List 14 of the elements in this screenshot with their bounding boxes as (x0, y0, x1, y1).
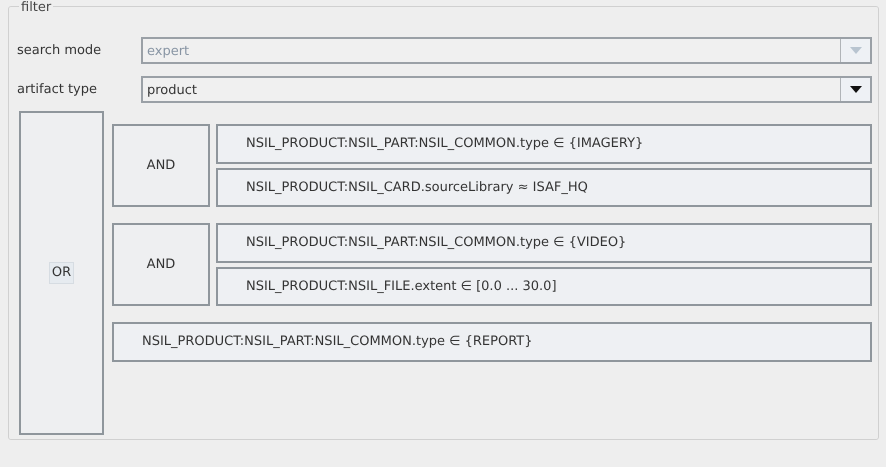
dropdown-field[interactable]: product (141, 76, 872, 103)
and-node[interactable]: AND (112, 223, 210, 306)
condition-node[interactable]: NSIL_PRODUCT:NSIL_PART:NSIL_COMMON.type ∈ {VIDEO} (216, 223, 872, 262)
field-label: search mode (17, 42, 102, 60)
condition-node[interactable]: NSIL_PRODUCT:NSIL_PART:NSIL_COMMON.type ∈ {REPORT} (112, 322, 872, 362)
or-node[interactable]: OR (19, 111, 104, 435)
condition-node[interactable]: NSIL_PRODUCT:NSIL_PART:NSIL_COMMON.type ∈ {IMAGERY} (216, 124, 872, 164)
condition-node[interactable]: NSIL_PRODUCT:NSIL_FILE.extent ∈ [0.0 ... 30.0] (216, 266, 872, 306)
dropdown-arrow-icon (850, 47, 862, 54)
field-label: artifact type (17, 80, 98, 99)
operator-label: OR (48, 262, 74, 284)
dropdown-arrow-icon (850, 86, 862, 93)
condition-node[interactable]: NSIL_PRODUCT:NSIL_CARD.sourceLibrary ≈ ISAF_HQ (216, 168, 872, 207)
and-node[interactable]: AND (112, 124, 210, 207)
